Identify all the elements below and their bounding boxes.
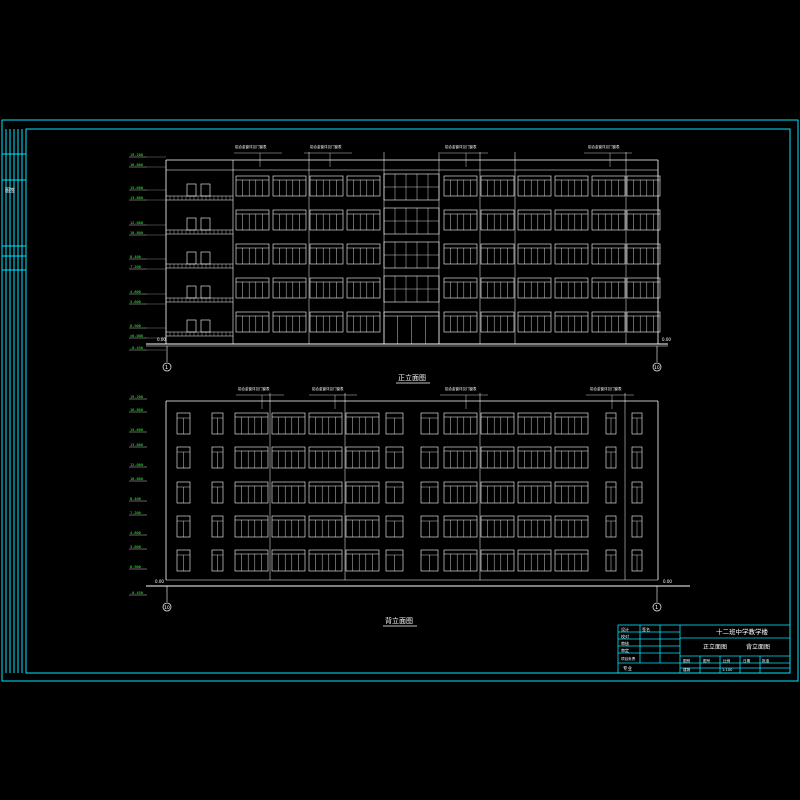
back-level-label: 19.200 (130, 395, 143, 399)
back-level-label: 15.600 (130, 428, 143, 432)
tb-specialty: 专业 (623, 665, 632, 672)
front-callout-1: 铝合金窗详见门窗表 (235, 144, 267, 149)
front-level-label: -0.450 (130, 346, 143, 350)
back-level-label: 10.800 (130, 477, 143, 481)
back-level-label: 7.200 (130, 511, 141, 515)
back-level-label: 12.000 (130, 463, 143, 467)
front-level-label: 19.200 (130, 153, 143, 157)
back-elevation-title: 背立面图 (385, 616, 413, 625)
back-callout-4: 铝合金窗详见门窗表 (590, 386, 622, 391)
back-level-label: 13.800 (130, 443, 143, 447)
back-level-label: 16.800 (130, 408, 143, 412)
back-callout-1: 铝合金窗详见门窗表 (238, 386, 270, 391)
back-level-label: 3.600 (130, 545, 141, 549)
front-level-label: 0.900 (130, 324, 141, 328)
tb-grid-label: 日期 (743, 658, 751, 663)
front-level-label: 8.400 (130, 255, 141, 259)
tb-row-label-design: 设计 (621, 626, 629, 632)
tb-grid-label: 图别 (683, 658, 691, 663)
tb-row-label-check: 校对 (621, 633, 629, 639)
tb-row-label-approve: 审定 (621, 647, 629, 653)
back-axis-left-label: 10 (164, 605, 170, 611)
tb-grid-label: 比例 (723, 658, 731, 663)
left-strip-label: 图签 (5, 187, 15, 194)
front-level-label: 3.600 (130, 300, 141, 304)
tb-approval: 批准 (762, 658, 770, 663)
tb-grid-value: 1:100 (722, 668, 733, 672)
drawing-title-1: 正立面图 (703, 643, 727, 651)
front-axis-left-label: 1 (165, 365, 168, 371)
tb-grid-value: 建施 (683, 667, 691, 672)
back-ground-right: 0.00 (663, 579, 672, 584)
front-callout-4: 铝合金窗详见门窗表 (588, 144, 620, 149)
front-level-label: 13.800 (130, 196, 143, 200)
back-level-label: 8.400 (130, 497, 141, 501)
tb-grid-label: 图号 (703, 658, 711, 663)
back-axis-right-label: 1 (655, 605, 658, 611)
back-callout-2: 铝合金窗详见门窗表 (312, 386, 344, 391)
back-level-label: 4.800 (130, 531, 141, 535)
front-ground-left: 0.00 (157, 337, 166, 342)
back-level-label: 0.900 (130, 565, 141, 569)
back-level-label: -0.450 (130, 591, 143, 595)
back-ground-left: 0.00 (155, 579, 164, 584)
front-callout-3: 铝合金窗详见门窗表 (445, 144, 477, 149)
front-level-label: 7.200 (130, 265, 141, 269)
front-level-label: ±0.000 (130, 334, 143, 338)
front-elevation-title: 正立面图 (398, 373, 426, 382)
front-level-label: 16.800 (130, 163, 143, 167)
back-callout-3: 铝合金窗详见门窗表 (445, 386, 477, 391)
front-callout-2: 铝合金窗详见门窗表 (310, 144, 342, 149)
tb-signature: 签名 (642, 626, 650, 632)
cad-drawing: 图签 正立面图 背立面图 1 10 10 1 0.00 0.00 0.00 0.… (0, 0, 800, 800)
tb-row-label-lead: 项目负责 (621, 656, 636, 661)
front-level-label: 12.000 (130, 221, 143, 225)
front-ground-right: 0.00 (662, 337, 671, 342)
front-level-label: 4.800 (130, 290, 141, 294)
front-axis-right-label: 10 (654, 365, 660, 371)
project-name: 十二班中学教学楼 (716, 627, 769, 636)
front-level-label: 10.800 (130, 231, 143, 235)
tb-row-label-review: 审核 (621, 640, 629, 646)
front-level-label: 15.600 (130, 186, 143, 190)
drawing-title-2: 背立面图 (746, 643, 770, 651)
